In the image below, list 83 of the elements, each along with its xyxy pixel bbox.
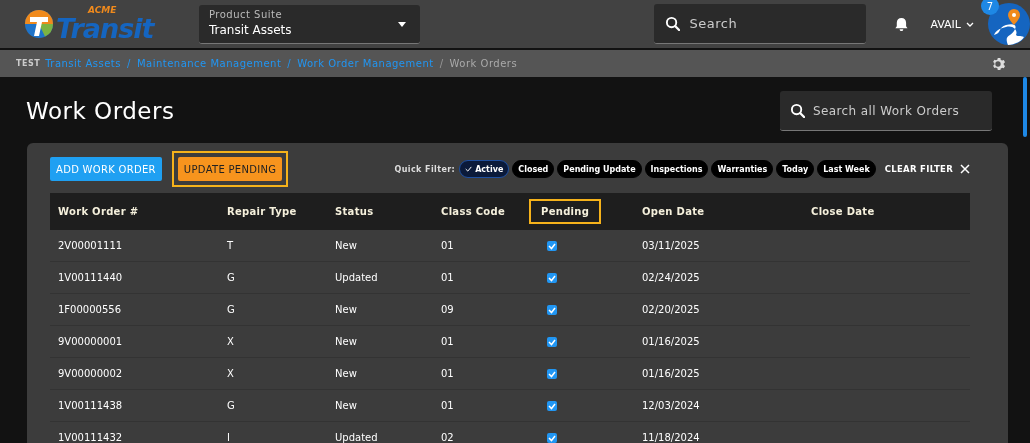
search-icon (664, 16, 680, 31)
filter-chip[interactable]: Closed (512, 160, 555, 178)
filter-chip[interactable]: Active (459, 160, 510, 178)
table-cell: 9V00000001 (58, 336, 123, 347)
table-cell: New (335, 400, 357, 411)
bell-icon[interactable] (893, 16, 909, 32)
table-cell: Updated (335, 272, 378, 283)
table-cell: Updated (335, 432, 378, 443)
table-cell: 2V00001111 (58, 240, 123, 251)
clear-filter-button[interactable]: CLEAR FILTER (884, 164, 970, 174)
product-suite-select[interactable]: Product Suite Transit Assets (198, 4, 420, 44)
user-menu[interactable]: AVAIL (930, 17, 974, 31)
filter-chip[interactable]: Warranties (711, 160, 774, 178)
table-cell: 01 (441, 240, 454, 251)
table-cell: 1V00111438 (58, 400, 123, 411)
column-header[interactable]: Close Date (811, 206, 875, 217)
chevron-icon (966, 21, 974, 27)
caret-icon (397, 21, 406, 27)
column-header[interactable]: Repair Type (227, 206, 297, 217)
table-cell: 1V00111432 (58, 432, 123, 443)
table-cell: G (227, 304, 235, 315)
breadcrumb-current: Work Orders (449, 58, 518, 69)
table-cell: 01/16/2025 (642, 368, 700, 379)
table-cell: New (335, 240, 357, 251)
table-cell: 03/11/2025 (642, 240, 700, 251)
breadcrumb-separator: / (127, 58, 131, 69)
table-cell: G (227, 272, 235, 283)
column-header[interactable]: Class Code (441, 206, 506, 217)
table-cell: 1V00111440 (58, 272, 123, 283)
app-logo-icon[interactable] (988, 3, 1030, 45)
table-cell: 02 (441, 432, 454, 443)
search-icon (790, 103, 805, 118)
pending-checkbox[interactable] (547, 368, 557, 379)
settings-icon[interactable] (990, 55, 1006, 72)
table-cell: New (335, 304, 357, 315)
table-cell: 9V00000002 (58, 368, 123, 379)
table-cell: G (227, 400, 235, 411)
table-cell: 01 (441, 400, 454, 411)
column-header[interactable]: Pending (541, 206, 590, 217)
filter-chip[interactable]: Inspections (644, 160, 709, 178)
table-cell: New (335, 336, 357, 347)
pending-checkbox[interactable] (547, 432, 557, 443)
table-cell: 02/24/2025 (642, 272, 700, 283)
table-cell: 1F00000556 (58, 304, 121, 315)
logo-text: Transit (56, 15, 154, 42)
pending-checkbox[interactable] (547, 272, 557, 283)
table-cell: 01 (441, 336, 454, 347)
filter-chip[interactable]: Pending Update (557, 160, 642, 178)
table-cell: T (227, 240, 234, 251)
pending-checkbox[interactable] (547, 400, 557, 411)
logo-icon (24, 9, 54, 39)
table-cell: 01 (441, 272, 454, 283)
column-header[interactable]: Open Date (642, 206, 705, 217)
filter-chip[interactable]: Last Week (817, 160, 876, 178)
column-header[interactable]: Status (335, 206, 374, 217)
search-field[interactable]: Search all Work Orders (780, 91, 992, 131)
quick-filter-label: Quick Filter: (394, 164, 456, 174)
environment-label: TEST (16, 59, 41, 68)
breadcrumb-separator: / (287, 58, 292, 69)
logo-text: ACME (88, 6, 118, 15)
notification-badge: 7 (981, 0, 999, 15)
page-title: Work Orders (26, 98, 175, 124)
breadcrumb-separator: / (439, 58, 444, 69)
table-cell: 02/20/2025 (642, 304, 700, 315)
filter-chip[interactable]: Today (776, 160, 815, 178)
pending-checkbox[interactable] (547, 304, 557, 315)
table-cell: 01/16/2025 (642, 336, 700, 347)
close-icon (960, 164, 970, 174)
table-cell: New (335, 368, 357, 379)
table-cell: 11/18/2024 (642, 432, 700, 443)
scrollbar-thumb[interactable] (1023, 77, 1027, 137)
table-cell: I (227, 432, 230, 443)
action-button[interactable]: UPDATE PENDING (177, 157, 283, 181)
search-field[interactable]: Search (653, 4, 866, 44)
check-icon (465, 166, 473, 172)
table-cell: 01 (441, 368, 454, 379)
table-cell: X (227, 336, 234, 347)
table-cell: 09 (441, 304, 454, 315)
pending-checkbox[interactable] (547, 336, 557, 347)
pending-checkbox[interactable] (547, 240, 557, 251)
table-cell: 12/03/2024 (642, 400, 700, 411)
table-cell: X (227, 368, 234, 379)
column-header[interactable]: Work Order # (58, 206, 139, 217)
